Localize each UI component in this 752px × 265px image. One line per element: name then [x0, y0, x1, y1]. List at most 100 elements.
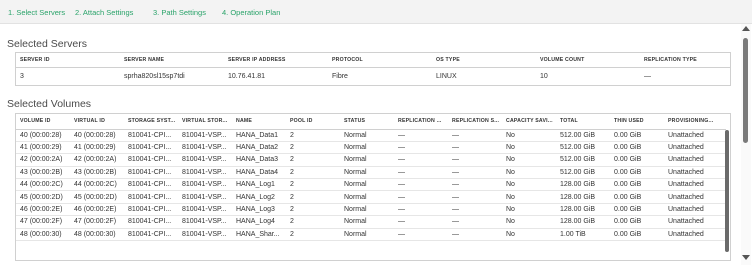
col-server-ip[interactable]: SERVER IP ADDRESS — [224, 53, 328, 67]
step-select-servers[interactable]: 1. Select Servers — [8, 8, 65, 17]
cell: 810041-VSP... — [182, 193, 227, 201]
cell: 0.00 GiB — [614, 206, 642, 214]
col-replication-type[interactable]: REPLICATION TYPE — [640, 53, 730, 67]
col-total[interactable]: TOTAL — [556, 114, 610, 129]
cell: — — [398, 181, 405, 189]
cell: 48 (00:00:30) — [20, 230, 62, 238]
cell: 810041-VSP... — [182, 144, 227, 152]
table-row[interactable]: 3 sprha820sl15sp7tdi 10.76.41.81 Fibre L… — [16, 67, 730, 85]
cell: 45 (00:00:2D) — [74, 193, 117, 201]
volumes-scrollbar[interactable] — [724, 114, 730, 260]
cell: 810041-VSP... — [182, 156, 227, 164]
col-volume-count[interactable]: VOLUME COUNT — [536, 53, 640, 67]
cell: 810041-CPI... — [128, 218, 172, 226]
col-thin-used[interactable]: THIN USED — [610, 114, 664, 129]
cell: Normal — [344, 156, 367, 164]
table-row[interactable]: 48 (00:00:30) 48 (00:00:30) 810041-CPI... 8… — [16, 228, 726, 241]
cell: Normal — [344, 181, 367, 189]
col-status[interactable]: STATUS — [340, 114, 394, 129]
cell: 128.00 GiB — [560, 181, 596, 189]
cell: 44 (00:00:2C) — [74, 181, 117, 189]
cell: HANA_Log2 — [236, 193, 275, 201]
cell: 512.00 GiB — [560, 168, 596, 176]
table-row[interactable]: 43 (00:00:2B) 43 (00:00:2B) 810041-CPI... 8… — [16, 166, 726, 179]
table-row[interactable]: 47 (00:00:2F) 47 (00:00:2F) 810041-CPI... 8… — [16, 216, 726, 229]
cell: 0.00 GiB — [614, 230, 642, 238]
scroll-up-icon[interactable] — [742, 26, 750, 31]
cell: 48 (00:00:30) — [74, 230, 116, 238]
cell: 10 — [540, 72, 548, 80]
cell: 810041-VSP... — [182, 131, 227, 139]
cell: 810041-CPI... — [128, 131, 172, 139]
cell: 810041-VSP... — [182, 168, 227, 176]
cell: 41 (00:00:29) — [20, 144, 62, 152]
col-virtual-id[interactable]: VIRTUAL ID — [70, 114, 124, 129]
cell: 810041-CPI... — [128, 181, 172, 189]
volumes-scrollbar-thumb[interactable] — [725, 130, 729, 252]
cell: 128.00 GiB — [560, 193, 596, 201]
cell: 0.00 GiB — [614, 131, 642, 139]
table-row[interactable]: 46 (00:00:2E) 46 (00:00:2E) 810041-CPI... 8… — [16, 203, 726, 216]
cell: 0.00 GiB — [614, 168, 642, 176]
col-replication[interactable]: REPLICATION ... — [394, 114, 448, 129]
cell: — — [452, 218, 459, 226]
step-attach-settings[interactable]: 2. Attach Settings — [75, 8, 133, 17]
col-virtual-storage[interactable]: VIRTUAL STOR... — [178, 114, 232, 129]
col-volume-id[interactable]: VOLUME ID — [16, 114, 70, 129]
cell: No — [506, 156, 515, 164]
table-row[interactable]: 41 (00:00:29) 41 (00:00:29) 810041-CPI... 8… — [16, 141, 726, 154]
cell: 0.00 GiB — [614, 193, 642, 201]
col-capacity-saving[interactable]: CAPACITY SAVI... — [502, 114, 556, 129]
table-row[interactable]: 42 (00:00:2A) 42 (00:00:2A) 810041-CPI... 8… — [16, 154, 726, 167]
cell: 43 (00:00:2B) — [20, 168, 63, 176]
col-server-name[interactable]: SERVER NAME — [120, 53, 224, 67]
col-provisioning[interactable]: PROVISIONING... — [664, 114, 726, 129]
selected-volumes-title: Selected Volumes — [7, 98, 92, 110]
step-operation-plan[interactable]: 4. Operation Plan — [222, 8, 280, 17]
col-server-id[interactable]: SERVER ID — [16, 53, 120, 67]
cell: Normal — [344, 193, 367, 201]
col-storage-system[interactable]: STORAGE SYST... — [124, 114, 178, 129]
cell: 2 — [290, 218, 294, 226]
table-row[interactable]: 45 (00:00:2D) 45 (00:00:2D) 810041-CPI... 8… — [16, 191, 726, 204]
cell: 810041-CPI... — [128, 193, 172, 201]
table-row[interactable]: 40 (00:00:28) 40 (00:00:28) 810041-CPI... 8… — [16, 129, 726, 142]
cell: Unattached — [668, 144, 704, 152]
cell: 1.00 TiB — [560, 230, 586, 238]
scroll-down-icon[interactable] — [742, 255, 750, 260]
cell: 810041-CPI... — [128, 144, 172, 152]
cell: Normal — [344, 206, 367, 214]
cell: Unattached — [668, 168, 704, 176]
cell: — — [398, 193, 405, 201]
cell: 46 (00:00:2E) — [20, 206, 63, 214]
selected-servers-table: SERVER ID SERVER NAME SERVER IP ADDRESS … — [15, 52, 731, 86]
cell: 2 — [290, 131, 294, 139]
page-scrollbar-thumb[interactable] — [743, 38, 748, 143]
cell: Unattached — [668, 131, 704, 139]
cell: Unattached — [668, 156, 704, 164]
cell: — — [398, 230, 405, 238]
page-scrollbar[interactable] — [741, 24, 751, 265]
col-os-type[interactable]: OS TYPE — [432, 53, 536, 67]
cell: — — [398, 144, 405, 152]
col-protocol[interactable]: PROTOCOL — [328, 53, 432, 67]
col-replication-status[interactable]: REPLICATION S... — [448, 114, 502, 129]
step-path-settings[interactable]: 3. Path Settings — [153, 8, 206, 17]
cell: 46 (00:00:2E) — [74, 206, 117, 214]
cell: 40 (00:00:28) — [74, 131, 116, 139]
cell: 128.00 GiB — [560, 206, 596, 214]
cell: 2 — [290, 144, 294, 152]
cell: — — [452, 168, 459, 176]
cell: 42 (00:00:2A) — [74, 156, 117, 164]
cell: HANA_Data4 — [236, 168, 279, 176]
cell: — — [452, 230, 459, 238]
cell: Unattached — [668, 193, 704, 201]
cell: 44 (00:00:2C) — [20, 181, 63, 189]
cell: Unattached — [668, 206, 704, 214]
cell: HANA_Log3 — [236, 206, 275, 214]
col-pool-id[interactable]: POOL ID — [286, 114, 340, 129]
cell: No — [506, 218, 515, 226]
col-name[interactable]: NAME — [232, 114, 286, 129]
table-row[interactable]: 44 (00:00:2C) 44 (00:00:2C) 810041-CPI... 8… — [16, 179, 726, 191]
cell: — — [398, 156, 405, 164]
